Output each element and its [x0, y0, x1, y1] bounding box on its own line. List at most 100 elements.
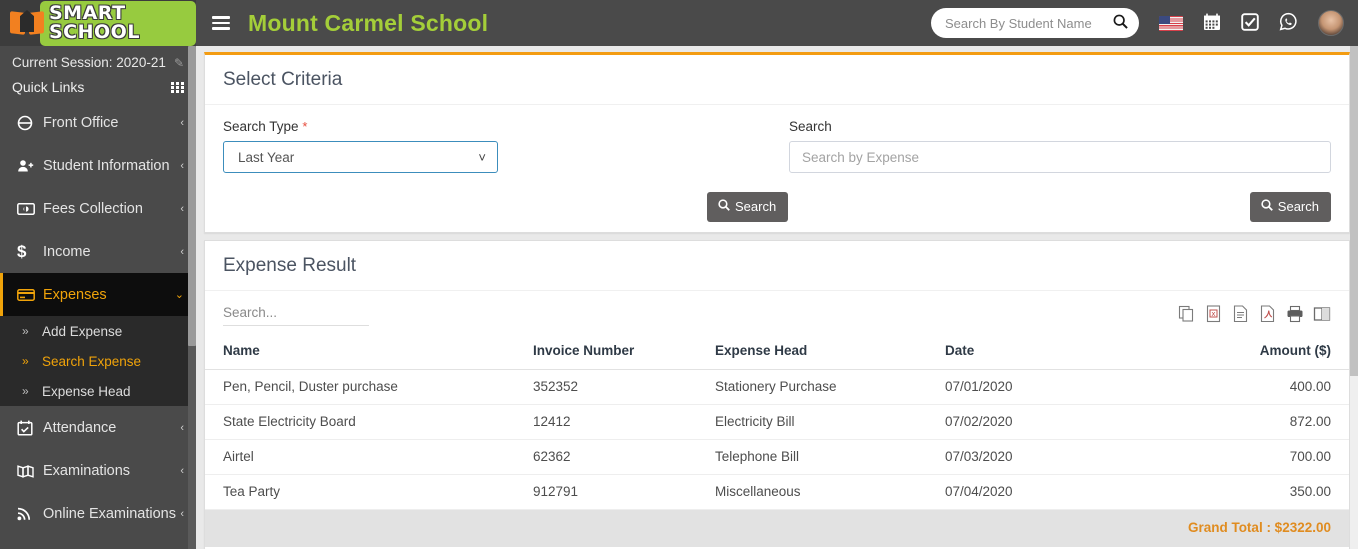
column-header-invoice-number[interactable]: Invoice Number — [525, 334, 707, 370]
flag-icon[interactable] — [1159, 15, 1183, 31]
topbar-right — [931, 8, 1344, 38]
column-header-expense-head[interactable]: Expense Head — [707, 334, 937, 370]
sidebar-label: Attendance — [43, 419, 117, 436]
chevron-left-icon: ‹ — [180, 116, 184, 129]
sidebar-item-expenses[interactable]: Expenses ⌄ — [0, 273, 196, 316]
excel-icon[interactable]: x — [1205, 305, 1223, 323]
search-input[interactable] — [945, 15, 1108, 31]
chevron-left-icon: ‹ — [180, 464, 184, 477]
grid-icon[interactable] — [171, 81, 184, 93]
session-box: Current Session: 2020-21 ✎ Quick Links — [0, 46, 196, 101]
chevron-left-icon: ‹ — [180, 245, 184, 258]
column-header-date[interactable]: Date — [937, 334, 1187, 370]
main-area: Mount Carmel School Search By Student Na… — [196, 0, 1358, 549]
csv-icon[interactable] — [1232, 305, 1250, 323]
open-book-icon — [10, 9, 44, 37]
sidebar-item-search-expense[interactable]: » Search Expense — [0, 346, 196, 376]
search-button-left[interactable]: Search — [707, 192, 789, 222]
table-row[interactable]: Pen, Pencil, Duster purchase 352352 Stat… — [205, 369, 1349, 405]
search-expense-group: Search — [777, 119, 1331, 173]
column-header-name[interactable]: Name — [205, 334, 525, 370]
criteria-button-row: Search Search — [223, 192, 1331, 222]
sidebar-label: Front Office — [43, 114, 119, 131]
chevron-left-icon: ‹ — [180, 159, 184, 172]
quick-links[interactable]: Quick Links — [12, 79, 184, 95]
search-icon — [1261, 199, 1273, 214]
sidebar-item-student-information[interactable]: Student Information ‹ — [0, 144, 196, 187]
svg-text:x: x — [1211, 310, 1215, 318]
search-button-right[interactable]: Search — [1249, 192, 1331, 222]
logo-text: SMART SCHOOL — [40, 0, 196, 46]
search-icon[interactable] — [1108, 14, 1133, 33]
app-logo[interactable]: SMART SCHOOL — [10, 0, 196, 46]
double-chevron-icon: » — [22, 384, 29, 398]
datatable-toolbar: x — [205, 291, 1349, 326]
edit-pencil-icon[interactable]: ✎ — [174, 56, 184, 70]
sidebar-item-examinations[interactable]: Examinations ‹ — [0, 449, 196, 492]
sidebar-scrollbar-thumb[interactable] — [188, 46, 196, 346]
front-office-icon — [17, 115, 43, 131]
double-chevron-icon: » — [22, 354, 29, 368]
credit-card-icon — [17, 288, 43, 302]
calendar-icon[interactable] — [1203, 13, 1221, 34]
search-expense-input[interactable] — [789, 141, 1331, 173]
table-row[interactable]: State Electricity Board 12412 Electricit… — [205, 404, 1349, 440]
page-scrollbar[interactable] — [1350, 46, 1358, 549]
content-area: Select Criteria Search Type * Last Year — [196, 46, 1358, 549]
required-asterisk: * — [302, 119, 308, 134]
datatable-search-input[interactable] — [223, 303, 369, 326]
sidebar-item-expense-head[interactable]: » Expense Head — [0, 376, 196, 406]
page-title: Mount Carmel School — [248, 9, 489, 36]
search-type-label-text: Search Type — [223, 119, 299, 134]
cell-invoice: 12412 — [525, 404, 707, 440]
sidebar-item-income[interactable]: $ Income ‹ — [0, 230, 196, 273]
sidebar-menu: Front Office ‹ Student Information ‹ Fee… — [0, 101, 196, 535]
column-header-amount[interactable]: Amount ($) — [1187, 334, 1349, 370]
calendar-check-icon — [17, 420, 43, 436]
sidebar-item-add-expense[interactable]: » Add Expense — [0, 316, 196, 346]
current-session-label: Current Session: 2020-21 — [12, 55, 166, 70]
column-visibility-icon[interactable] — [1313, 305, 1331, 323]
sidebar-item-attendance[interactable]: Attendance ‹ — [0, 406, 196, 449]
sidebar-submenu-expenses: » Add Expense » Search Expense » Expense… — [0, 316, 196, 406]
double-chevron-icon: » — [22, 324, 29, 338]
expense-table-head: Name Invoice Number Expense Head Date Am… — [205, 334, 1349, 370]
cell-amount: 872.00 — [1187, 404, 1349, 440]
checkbox-icon[interactable] — [1241, 12, 1259, 34]
copy-icon[interactable] — [1178, 305, 1196, 323]
sidebar: SMART SCHOOL Current Session: 2020-21 ✎ … — [0, 0, 196, 549]
search-icon — [718, 199, 730, 214]
expense-result-panel: Expense Result x — [204, 240, 1350, 549]
search-type-label: Search Type * — [223, 119, 755, 134]
expense-result-title: Expense Result — [223, 255, 357, 276]
sidebar-scrollbar[interactable] — [188, 46, 196, 549]
select-criteria-title: Select Criteria — [223, 69, 343, 90]
cell-date: 07/03/2020 — [937, 439, 1187, 475]
search-label: Search — [789, 119, 832, 134]
expense-result-header: Expense Result — [205, 241, 1349, 291]
datatable-export-tools: x — [1178, 305, 1331, 326]
table-row[interactable]: Airtel 62362 Telephone Bill 07/03/2020 7… — [205, 439, 1349, 475]
table-row[interactable]: Tea Party 912791 Miscellaneous 07/04/202… — [205, 474, 1349, 510]
hamburger-icon[interactable] — [212, 16, 230, 30]
sidebar-sublabel: Expense Head — [42, 383, 131, 399]
sidebar-item-online-examinations[interactable]: Online Examinations ‹ — [0, 492, 196, 535]
print-icon[interactable] — [1286, 305, 1304, 323]
sidebar-sublabel: Add Expense — [42, 323, 123, 339]
grand-total-row: Grand Total : $2322.00 — [205, 509, 1349, 547]
topbar: Mount Carmel School — [196, 0, 1358, 46]
sidebar-item-front-office[interactable]: Front Office ‹ — [0, 101, 196, 144]
page-scrollbar-thumb[interactable] — [1350, 46, 1358, 376]
pdf-icon[interactable] — [1259, 305, 1277, 323]
student-search[interactable] — [931, 8, 1139, 38]
search-type-select[interactable]: Last Year — [223, 141, 498, 173]
sidebar-item-fees-collection[interactable]: Fees Collection ‹ — [0, 187, 196, 230]
avatar[interactable] — [1318, 10, 1344, 36]
select-criteria-header: Select Criteria — [205, 55, 1349, 105]
cell-name: Tea Party — [205, 474, 525, 510]
select-criteria-panel: Select Criteria Search Type * Last Year — [204, 52, 1350, 233]
cell-date: 07/02/2020 — [937, 404, 1187, 440]
whatsapp-icon[interactable] — [1279, 12, 1298, 34]
cell-expense-head: Telephone Bill — [707, 439, 937, 475]
dollar-icon: $ — [17, 241, 27, 261]
